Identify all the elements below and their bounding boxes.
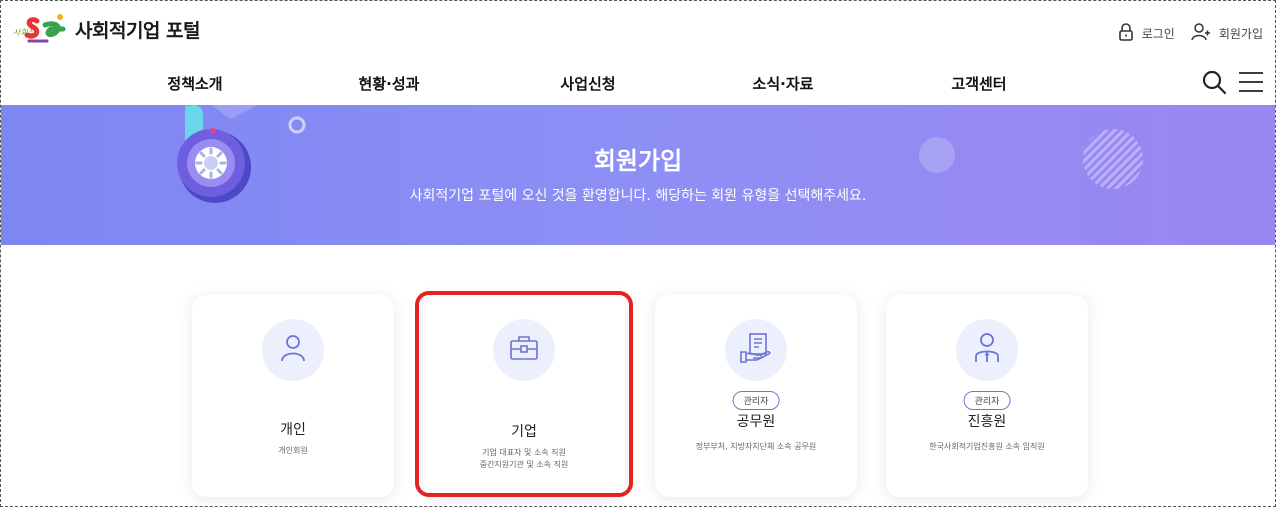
card-title: 기업 [511, 424, 537, 440]
signup-label: 회원가입 [1218, 27, 1263, 41]
login-link[interactable]: 로그인 [1118, 23, 1175, 44]
admin-badge: 관리자 [963, 391, 1011, 410]
member-type-card-company[interactable]: 기업 기업 대표자 및 소속 직원 중간지원기관 및 소속 직원 [423, 295, 625, 497]
top-bar: 사회적 사회적기업 포털 로그인 회원가입 [1, 1, 1275, 65]
briefcase-icon [508, 333, 540, 367]
card-description: 정부부처, 지방자치단체 소속 공무원 [695, 442, 817, 451]
nav-item-support[interactable]: 고객센터 [951, 73, 1006, 94]
page-title: 회원가입 [593, 147, 683, 175]
icon-circle [956, 319, 1018, 381]
lock-icon [1118, 23, 1134, 44]
card-description: 개인회원 [278, 446, 308, 455]
member-type-card-personal[interactable]: 개인 개인회원 [192, 295, 394, 497]
icon-circle [262, 319, 324, 381]
site-title: 사회적기업 포털 [75, 19, 200, 42]
page-subtitle: 사회적기업 포털에 오신 것을 환영합니다. 해당하는 회원 유형을 선택해주세… [409, 188, 867, 204]
signup-link[interactable]: 회원가입 [1191, 23, 1263, 44]
nav-tools [1201, 69, 1265, 99]
card-description-2: 중간지원기관 및 소속 직원 [479, 460, 569, 469]
user-add-icon [1191, 23, 1211, 44]
card-description: 한국사회적기업진흥원 소속 임직원 [929, 442, 1045, 451]
card-description: 기업 대표자 및 소속 직원 [482, 448, 566, 457]
login-label: 로그인 [1141, 27, 1175, 41]
menu-icon[interactable] [1237, 70, 1265, 98]
se-logo-mark-icon: 사회적 [11, 11, 69, 47]
page-frame: 사회적 사회적기업 포털 로그인 회원가입 정책소개 현황·성과 사업신청 소식… [0, 0, 1276, 507]
site-logo[interactable]: 사회적 사회적기업 포털 [11, 11, 200, 47]
icon-circle [725, 319, 787, 381]
document-hand-icon [739, 332, 773, 368]
card-title: 공무원 [736, 414, 776, 430]
admin-badge: 관리자 [732, 391, 780, 410]
main-navigation: 정책소개 현황·성과 사업신청 소식·자료 고객센터 [1, 69, 1275, 101]
nav-item-status[interactable]: 현황·성과 [359, 73, 420, 94]
member-type-card-official[interactable]: 관리자 공무원 정부부처, 지방자치단체 소속 공무원 [655, 295, 857, 497]
card-title: 진흥원 [967, 414, 1007, 430]
nav-item-news[interactable]: 소식·자료 [753, 73, 814, 94]
page-banner: 회원가입 사회적기업 포털에 오신 것을 환영합니다. 해당하는 회원 유형을 … [1, 105, 1275, 245]
staff-icon [972, 332, 1002, 368]
card-title: 개인 [280, 422, 306, 438]
utility-menu: 로그인 회원가입 [1118, 23, 1263, 44]
nav-item-application[interactable]: 사업신청 [560, 73, 615, 94]
icon-circle [493, 319, 555, 381]
person-icon [278, 333, 308, 367]
search-icon[interactable] [1201, 69, 1227, 99]
member-type-card-agency[interactable]: 관리자 진흥원 한국사회적기업진흥원 소속 임직원 [886, 295, 1088, 497]
nav-item-policy[interactable]: 정책소개 [167, 73, 222, 94]
